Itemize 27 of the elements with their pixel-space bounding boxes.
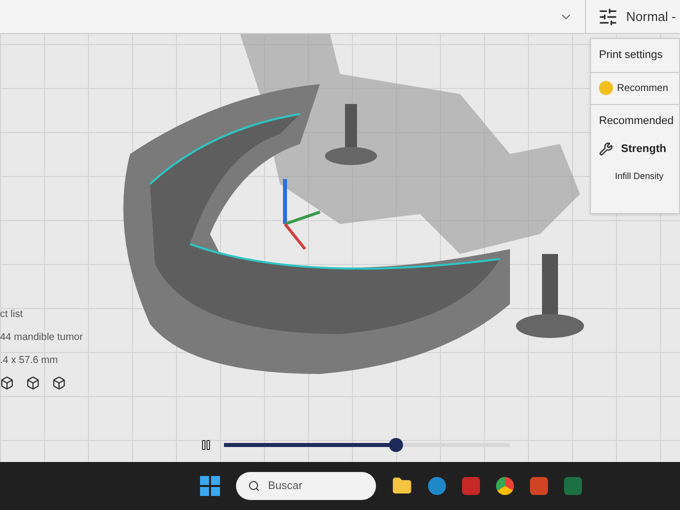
pause-button[interactable] [200, 439, 212, 451]
section-title: Recommended [598, 114, 675, 128]
browser-icon[interactable] [428, 477, 446, 495]
browser-icon[interactable] [496, 477, 514, 495]
warning-icon [599, 81, 613, 95]
search-field[interactable]: Buscar [236, 472, 376, 500]
search-input[interactable]: Buscar [268, 478, 358, 494]
folder-icon[interactable] [392, 476, 412, 496]
windows-logo-icon[interactable] [200, 476, 220, 496]
search-icon [248, 480, 260, 492]
slider-handle[interactable] [388, 438, 403, 452]
cube-view-icon[interactable] [26, 376, 40, 390]
infill-density-label: Infill Density [614, 170, 665, 183]
app-icon[interactable] [564, 477, 582, 495]
object-list-title: ct list [0, 308, 24, 322]
sliders-icon [598, 6, 618, 26]
app-icon[interactable] [530, 477, 548, 495]
warning-text: Recommen [617, 82, 668, 96]
wrench-icon [599, 142, 613, 156]
panel-title: Print settings [591, 39, 679, 72]
object-name: 44 mandible tumor [0, 331, 83, 345]
pause-icon [200, 439, 212, 451]
cube-view-icon[interactable] [52, 376, 66, 390]
cube-view-icon[interactable] [0, 376, 14, 390]
app-icon[interactable] [462, 477, 480, 495]
strength-label: Strength [621, 142, 666, 157]
object-dimensions: .4 x 57.6 mm [0, 354, 59, 368]
